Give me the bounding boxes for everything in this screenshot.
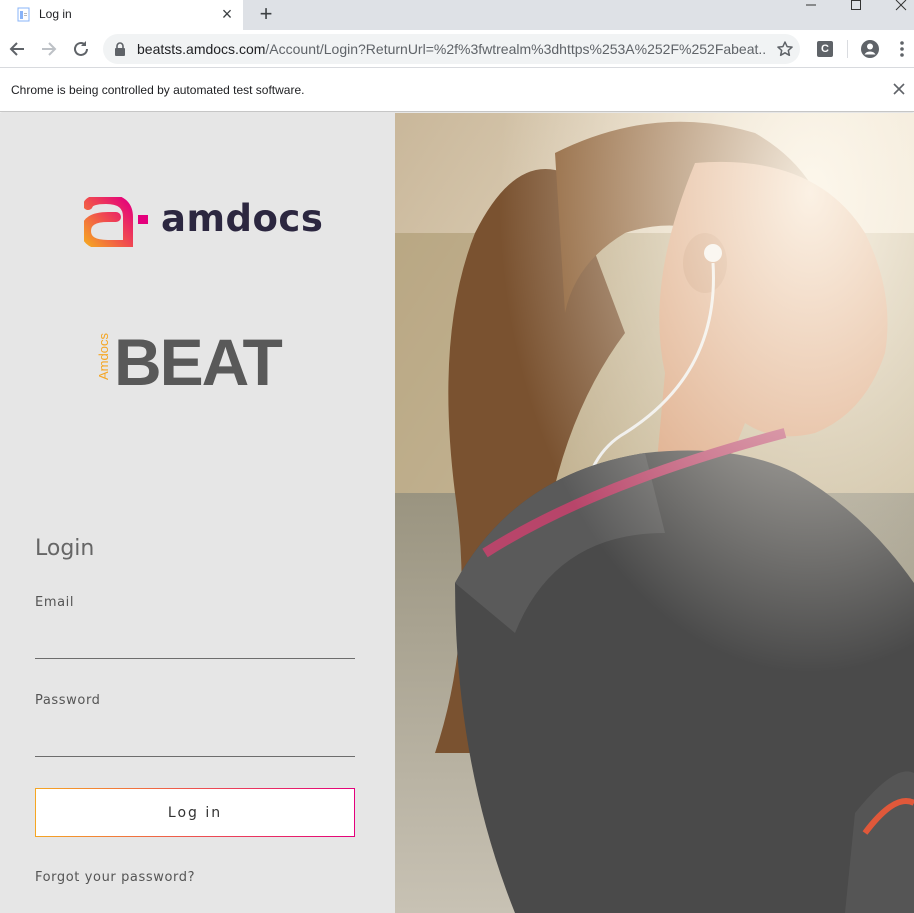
toolbar-separator — [847, 40, 848, 58]
close-icon[interactable] — [891, 81, 907, 97]
automation-infobar: Chrome is being controlled by automated … — [0, 68, 914, 112]
kebab-menu-icon[interactable] — [896, 39, 908, 59]
document-favicon-icon — [17, 7, 30, 22]
forgot-password-link[interactable]: Forgot your password? — [35, 870, 195, 885]
amdocs-wordmark: amdocs — [161, 197, 324, 240]
password-field[interactable] — [35, 727, 355, 757]
email-label: Email — [35, 595, 75, 610]
plus-icon[interactable]: + — [255, 3, 277, 25]
email-field[interactable] — [35, 629, 355, 659]
login-heading: Login — [35, 536, 95, 561]
password-label: Password — [35, 693, 101, 708]
infobar-text: Chrome is being controlled by automated … — [11, 83, 305, 97]
forward-icon[interactable] — [38, 38, 60, 60]
amdocs-logo: amdocs — [84, 197, 323, 249]
window-close-icon[interactable] — [890, 0, 912, 12]
reload-icon[interactable] — [70, 38, 92, 60]
tab-title: Log in — [39, 7, 72, 21]
beat-wordmark: BEAT — [114, 325, 283, 399]
hero-image — [395, 113, 914, 913]
url-text[interactable]: beatsts.amdocs.com/Account/Login?ReturnU… — [137, 41, 767, 57]
close-icon[interactable]: × — [218, 5, 236, 23]
browser-toolbar: beatsts.amdocs.com/Account/Login?ReturnU… — [0, 30, 914, 68]
url-host: beatsts.amdocs.com — [137, 41, 266, 57]
lock-icon[interactable] — [114, 42, 126, 56]
back-icon[interactable] — [6, 38, 28, 60]
url-path: /Account/Login?ReturnUrl=%2f%3fwtrealm%3… — [265, 41, 767, 57]
browser-tab[interactable]: Log in × — [0, 0, 243, 30]
amdocs-mark-icon — [84, 197, 148, 247]
minimize-icon[interactable] — [800, 0, 822, 12]
extension-icon[interactable]: C — [817, 41, 833, 57]
beat-vertical-text: Amdocs — [95, 333, 111, 380]
login-button[interactable]: Log in — [35, 788, 355, 837]
star-icon[interactable] — [776, 40, 794, 58]
beat-logo: Amdocs BEAT — [95, 325, 298, 399]
profile-icon[interactable] — [860, 39, 880, 59]
login-page: amdocs Amdocs BEAT Login Email Password … — [0, 113, 914, 913]
maximize-icon[interactable] — [845, 0, 867, 12]
login-panel: amdocs Amdocs BEAT Login Email Password … — [0, 113, 395, 913]
tab-strip: Log in × + — [0, 0, 914, 30]
address-bar[interactable]: beatsts.amdocs.com/Account/Login?ReturnU… — [103, 34, 800, 64]
